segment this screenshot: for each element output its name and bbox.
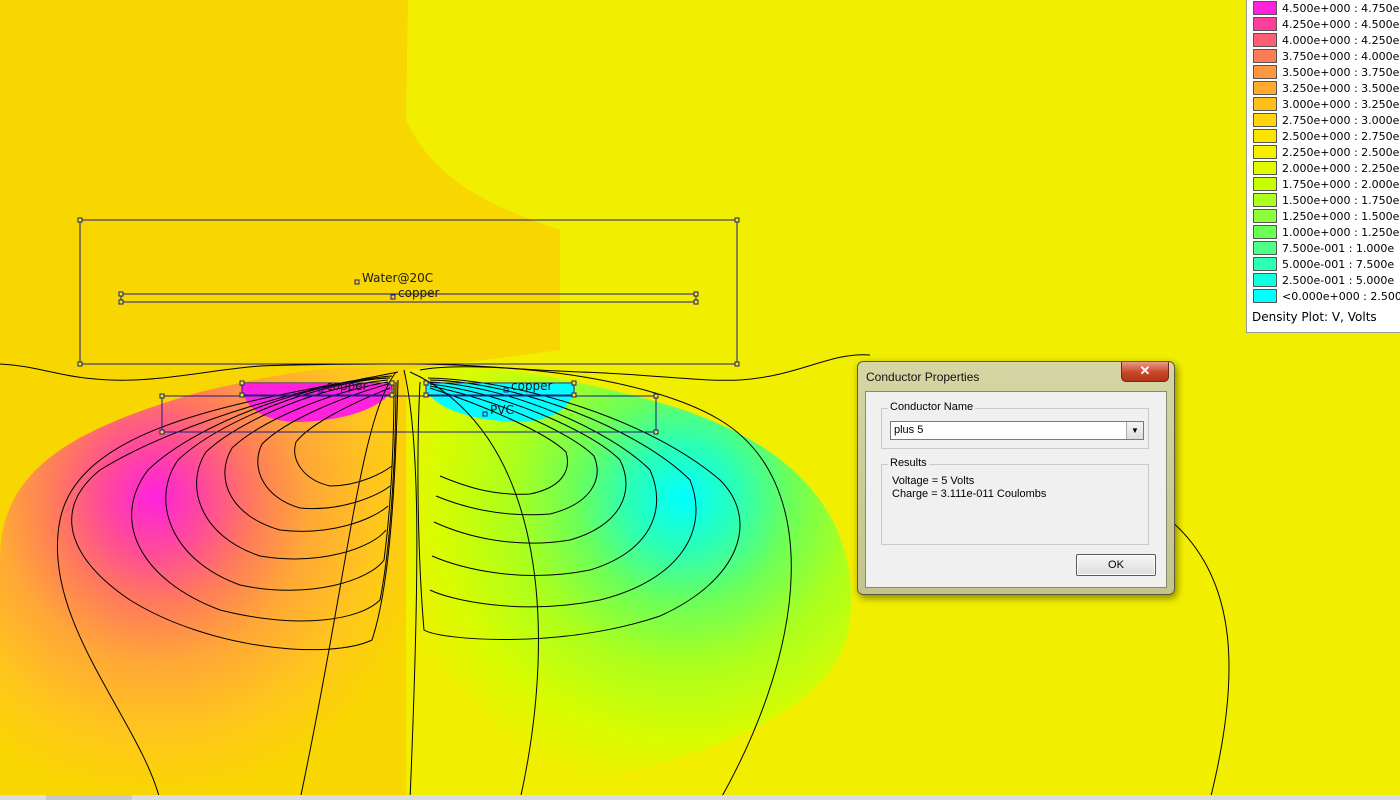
close-icon: ✕ <box>1139 363 1151 378</box>
label-copper-top: copper <box>398 286 440 300</box>
dialog-titlebar[interactable]: Conductor Properties ✕ <box>858 362 1174 390</box>
legend-range-label: 2.750e+000 : 3.000e <box>1282 114 1400 127</box>
legend-range-label: 2.500e-001 : 5.000e <box>1282 274 1395 287</box>
conductor-properties-dialog: Conductor Properties ✕ Conductor Name pl… <box>857 361 1175 595</box>
legend-swatch <box>1253 81 1277 95</box>
chevron-down-icon[interactable]: ▼ <box>1126 422 1143 439</box>
conductor-name-value: plus 5 <box>894 424 924 436</box>
conductor-name-select[interactable]: plus 5 ▼ <box>890 421 1144 440</box>
legend-range-label: 1.750e+000 : 2.000e <box>1282 178 1400 191</box>
legend-swatch <box>1253 193 1277 207</box>
legend-swatch <box>1253 257 1277 271</box>
legend-swatch <box>1253 113 1277 127</box>
density-legend: 4.500e+000 : 4.750e 4.250e+000 : 4.500e 4.… <box>1246 0 1400 333</box>
legend-range-label: <0.000e+000 : 2.500 <box>1282 290 1400 303</box>
legend-range-label: 2.500e+000 : 2.750e <box>1282 130 1400 143</box>
legend-swatch <box>1253 65 1277 79</box>
ok-button[interactable]: OK <box>1076 554 1156 576</box>
density-plot-canvas[interactable]: Water@20C copper copper copper PVC <box>0 0 1400 800</box>
conductor-name-group: Conductor Name plus 5 ▼ <box>881 401 1149 449</box>
legend-swatch <box>1253 33 1277 47</box>
legend-swatch <box>1253 161 1277 175</box>
label-copper-right: copper <box>511 379 553 393</box>
legend-range-label: 4.500e+000 : 4.750e <box>1282 2 1400 15</box>
legend-range-label: 4.250e+000 : 4.500e <box>1282 18 1400 31</box>
legend-swatch <box>1253 209 1277 223</box>
dialog-title: Conductor Properties <box>866 370 980 384</box>
legend-swatch <box>1253 145 1277 159</box>
label-water: Water@20C <box>362 271 433 285</box>
legend-caption: Density Plot: V, Volts <box>1252 310 1377 324</box>
results-group-label: Results <box>888 457 929 469</box>
legend-swatch <box>1253 225 1277 239</box>
legend-range-label: 3.750e+000 : 4.000e <box>1282 50 1400 63</box>
legend-range-label: 1.000e+000 : 1.250e <box>1282 226 1400 239</box>
legend-swatch <box>1253 129 1277 143</box>
legend-range-label: 3.250e+000 : 3.500e <box>1282 82 1400 95</box>
legend-swatch <box>1253 97 1277 111</box>
legend-swatch <box>1253 289 1277 303</box>
legend-range-label: 1.250e+000 : 1.500e <box>1282 210 1400 223</box>
legend-range-label: 7.500e-001 : 1.000e <box>1282 242 1395 255</box>
conductor-name-group-label: Conductor Name <box>888 401 976 413</box>
status-strip <box>0 795 1400 800</box>
legend-range-label: 1.500e+000 : 1.750e <box>1282 194 1400 207</box>
legend-swatch <box>1253 1 1277 15</box>
label-pvc: PVC <box>490 403 514 417</box>
legend-swatch <box>1253 273 1277 287</box>
legend-swatch <box>1253 49 1277 63</box>
legend-range-label: 3.500e+000 : 3.750e <box>1282 66 1400 79</box>
charge-result: Charge = 3.111e-011 Coulombs <box>892 488 1047 500</box>
close-button[interactable]: ✕ <box>1121 362 1169 382</box>
legend-range-label: 2.250e+000 : 2.500e <box>1282 146 1400 159</box>
label-copper-left: copper <box>326 379 368 393</box>
voltage-result: Voltage = 5 Volts <box>892 475 975 487</box>
dialog-client: Conductor Name plus 5 ▼ Results Voltage … <box>865 391 1167 588</box>
legend-swatch <box>1253 241 1277 255</box>
results-group: Results Voltage = 5 Volts Charge = 3.111… <box>881 457 1149 545</box>
legend-range-label: 4.000e+000 : 4.250e <box>1282 34 1400 47</box>
legend-range-label: 5.000e-001 : 7.500e <box>1282 258 1395 271</box>
legend-range-label: 3.000e+000 : 3.250e <box>1282 98 1400 111</box>
legend-swatch <box>1253 177 1277 191</box>
legend-range-label: 2.000e+000 : 2.250e <box>1282 162 1400 175</box>
legend-swatch <box>1253 17 1277 31</box>
